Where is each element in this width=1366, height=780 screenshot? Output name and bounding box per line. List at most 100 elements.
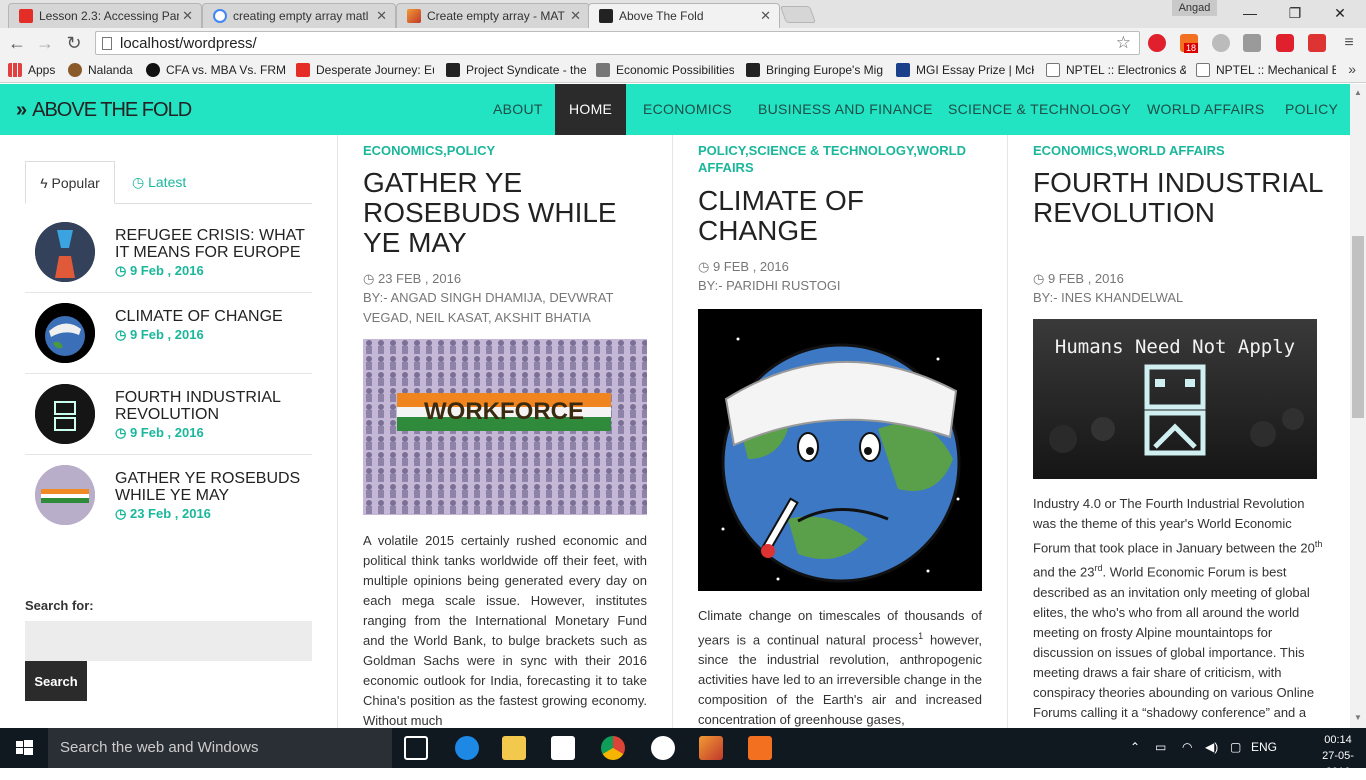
language-indicator[interactable]: ENG [1251, 740, 1277, 754]
nav-business-finance[interactable]: BUSINESS AND FINANCE [758, 84, 933, 135]
bookmark-apps[interactable]: Apps [8, 63, 55, 77]
profile-name[interactable]: Angad [1172, 0, 1217, 16]
page-content: ϟ Popular ◷ Latest REFUGEE CRISIS: WHAT … [0, 135, 1350, 728]
browser-tab-matlab[interactable]: Create empty array - MAT ✕ [396, 3, 590, 28]
window-close-icon[interactable]: ✕ [1320, 2, 1360, 24]
popular-post-title[interactable]: FOURTH INDUSTRIAL REVOLUTION [115, 389, 310, 423]
article-categories[interactable]: ECONOMICS,POLICY [363, 142, 653, 159]
edge-icon[interactable] [455, 736, 479, 760]
taskbar-clock[interactable]: 00:14 27-05-2016 [1310, 732, 1366, 780]
itunes-icon[interactable] [651, 736, 675, 760]
double-chevron-icon: » [16, 99, 27, 121]
list-item[interactable]: REFUGEE CRISIS: WHAT IT MEANS FOR EUROPE… [25, 212, 312, 293]
clock-time: 00:14 [1324, 734, 1352, 746]
file-explorer-icon[interactable] [502, 736, 526, 760]
maximize-icon[interactable]: ❐ [1275, 2, 1315, 24]
article-title[interactable]: CLIMATE OF CHANGE [698, 186, 982, 246]
bookmark-star-icon[interactable]: ☆ [1116, 33, 1131, 53]
article-categories[interactable]: ECONOMICS,WORLD AFFAIRS [1033, 142, 1323, 159]
tab-label: Create empty array - MAT [427, 9, 565, 23]
scroll-down-icon[interactable]: ▼ [1352, 713, 1364, 725]
nav-world-affairs[interactable]: WORLD AFFAIRS [1147, 84, 1264, 135]
date-text: 9 FEB , 2016 [712, 259, 789, 274]
browser-tab-google[interactable]: creating empty array matl ✕ [202, 3, 396, 28]
nav-science-technology[interactable]: SCIENCE & TECHNOLOGY [948, 84, 1131, 135]
list-item[interactable]: FOURTH INDUSTRIAL REVOLUTION ◷ 9 Feb , 2… [25, 374, 312, 455]
bookmark-bringing-europe[interactable]: Bringing Europe's Mig [746, 63, 884, 77]
site-logo-text: ABOVE THE FOLD [32, 99, 192, 121]
search-input[interactable] [25, 621, 312, 661]
sick-earth-image[interactable] [698, 309, 982, 591]
list-item[interactable]: GATHER YE ROSEBUDS WHILE YE MAY ◷ 23 Feb… [25, 455, 312, 536]
close-icon[interactable]: ✕ [570, 8, 581, 24]
date-text: 23 Feb , 2016 [129, 506, 211, 521]
battery-icon[interactable]: ▭ [1155, 740, 1166, 754]
store-icon[interactable] [551, 736, 575, 760]
search-label: Search for: [25, 598, 94, 613]
volume-icon[interactable]: ◀) [1205, 740, 1218, 754]
extension-red-icon[interactable] [1308, 34, 1326, 52]
bookmark-nptel-electronics[interactable]: NPTEL :: Electronics & [1046, 63, 1186, 77]
tab-label: creating empty array matl [233, 9, 369, 23]
nav-about[interactable]: ABOUT [493, 84, 543, 135]
forward-icon[interactable]: → [34, 32, 56, 54]
tab-popular[interactable]: ϟ Popular [25, 161, 115, 204]
extension-gear-icon[interactable] [1243, 34, 1261, 52]
start-button[interactable] [0, 728, 48, 768]
close-icon[interactable]: ✕ [376, 8, 387, 24]
minimize-icon[interactable]: — [1230, 2, 1270, 24]
article-title[interactable]: GATHER YE ROSEBUDS WHILE YE MAY [363, 168, 653, 258]
bookmark-g-icon [146, 63, 160, 77]
popular-post-title[interactable]: REFUGEE CRISIS: WHAT IT MEANS FOR EUROPE [115, 227, 310, 261]
matlab-icon[interactable] [699, 736, 723, 760]
reload-icon[interactable]: ↻ [63, 32, 85, 54]
taskbar-search-box[interactable]: Search the web and Windows [48, 728, 392, 768]
new-tab-button[interactable] [779, 6, 817, 23]
list-item[interactable]: CLIMATE OF CHANGE ◷ 9 Feb , 2016 [25, 293, 312, 374]
wifi-icon[interactable]: ◠ [1182, 740, 1192, 754]
opera-icon[interactable] [1148, 34, 1166, 52]
bookmark-desperate-journey[interactable]: Desperate Journey: Eu [296, 63, 434, 77]
site-logo[interactable]: » ABOVE THE FOLD [16, 99, 192, 122]
tab-latest[interactable]: ◷ Latest [132, 161, 186, 204]
bookmark-cfa[interactable]: CFA vs. MBA Vs. FRM: [146, 63, 286, 77]
article-title[interactable]: FOURTH INDUSTRIAL REVOLUTION [1033, 168, 1323, 228]
close-icon[interactable]: ✕ [760, 8, 771, 24]
close-icon[interactable]: ✕ [182, 8, 193, 24]
chrome-icon[interactable] [601, 736, 625, 760]
back-icon[interactable]: ← [6, 32, 28, 54]
bookmark-label: Desperate Journey: Eu [316, 63, 434, 77]
search-button[interactable]: Search [25, 661, 87, 701]
xampp-icon[interactable] [748, 736, 772, 760]
bookmark-label: Bringing Europe's Mig [766, 63, 884, 77]
bookmark-nptel-mechanical[interactable]: NPTEL :: Mechanical E [1196, 63, 1336, 77]
scroll-up-icon[interactable]: ▲ [1352, 88, 1364, 100]
tray-chevron-icon[interactable]: ⌃ [1130, 740, 1140, 754]
popular-post-title[interactable]: CLIMATE OF CHANGE [115, 308, 310, 325]
bookmark-nalanda[interactable]: Nalanda [68, 63, 133, 77]
article-categories[interactable]: POLICY,SCIENCE & TECHNOLOGY,WORLD AFFAIR… [698, 142, 968, 176]
more-bookmarks-icon[interactable]: » [1348, 61, 1356, 77]
nav-home[interactable]: HOME [555, 84, 627, 135]
nav-economics[interactable]: ECONOMICS [643, 84, 732, 135]
popular-post-title[interactable]: GATHER YE ROSEBUDS WHILE YE MAY [115, 470, 310, 504]
nav-policy[interactable]: POLICY [1285, 84, 1338, 135]
humans-need-not-apply-image[interactable]: Humans Need Not Apply [1033, 319, 1317, 479]
menu-icon[interactable]: ≡ [1338, 32, 1360, 54]
extension-badge-icon[interactable]: 18 [1180, 34, 1199, 53]
address-bar[interactable]: localhost/wordpress/ ☆ [95, 31, 1140, 55]
article-date: ◷ 9 FEB , 2016 [698, 259, 789, 275]
browser-tab-above-the-fold[interactable]: Above The Fold ✕ [588, 3, 780, 28]
bookmark-label: NPTEL :: Electronics & [1066, 63, 1186, 77]
bookmark-mgi-essay[interactable]: MGI Essay Prize | McK [896, 63, 1034, 77]
scrollbar-thumb[interactable] [1352, 236, 1364, 418]
browser-tab-lesson[interactable]: Lesson 2.3: Accessing Part ✕ [8, 3, 202, 28]
media-extension-icon[interactable] [1276, 34, 1294, 52]
notification-icon[interactable]: ▢ [1230, 740, 1241, 754]
workforce-image[interactable]: WORKFORCE [363, 339, 647, 515]
bookmark-economic-possibilities[interactable]: Economic Possibilities [596, 63, 734, 77]
extension-icon[interactable] [1212, 34, 1230, 52]
task-view-icon[interactable] [404, 736, 428, 760]
bookmark-project-syndicate[interactable]: Project Syndicate - the [446, 63, 586, 77]
popular-post-date: ◷ 9 Feb , 2016 [115, 263, 204, 279]
